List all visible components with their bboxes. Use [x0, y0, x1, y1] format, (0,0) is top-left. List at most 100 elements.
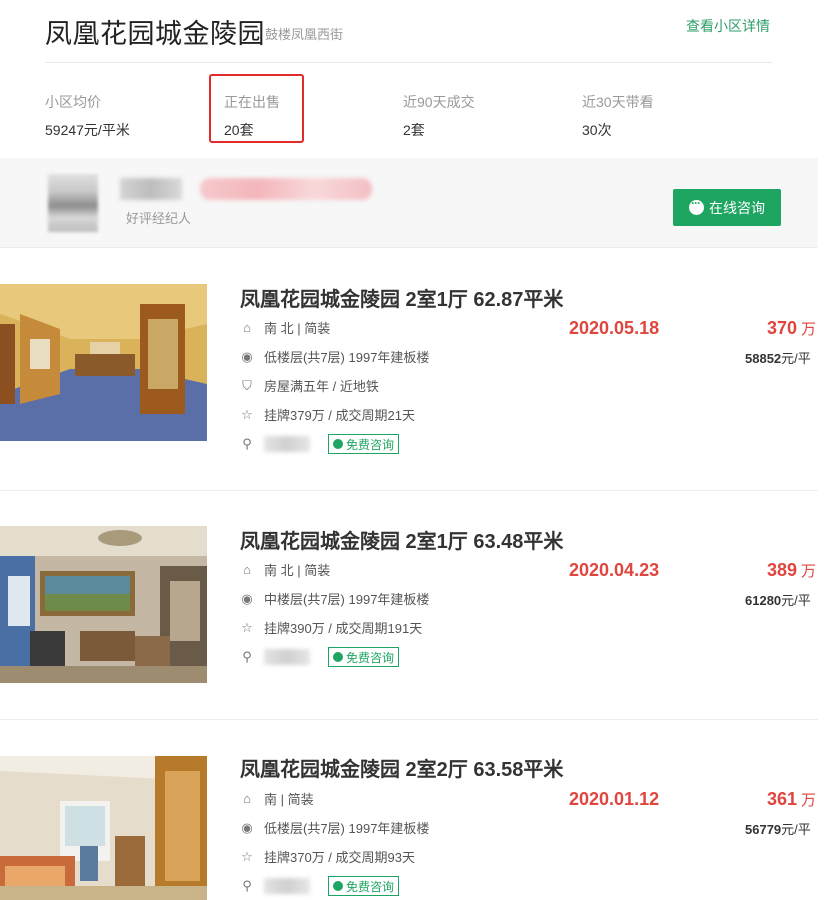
listing-agent: ⚲ 免费咨询 [240, 647, 400, 667]
agent-bar: 好评经纪人 在线咨询 [0, 158, 818, 248]
star-icon: ☆ [241, 619, 253, 635]
listing-item[interactable]: 凤凰花园城金陵园 2室1厅 62.87平米 ⌂ 南 北 | 简装 ◉ 低楼层(共7层… [0, 248, 818, 491]
chat-icon [333, 881, 343, 891]
listing-orientation: ⌂ 南 北 | 简装 [240, 560, 330, 579]
chat-icon [333, 652, 343, 662]
total-price: 370 万 [767, 318, 816, 339]
listing-floor-text: 低楼层(共7层) 1997年建板楼 [264, 350, 430, 365]
divider [45, 62, 772, 63]
stat-value: 30次 [582, 122, 612, 138]
stat-value: 59247元/平米 [45, 122, 130, 138]
location-pin-icon: ◉ [241, 348, 253, 364]
total-price-value: 389 [766, 560, 797, 580]
total-price-unit: 万 [800, 792, 816, 809]
room-photo-1 [0, 284, 207, 441]
page-edge [818, 0, 837, 900]
stat-label: 近90天成交 [403, 94, 475, 110]
stat-label: 近30天带看 [582, 94, 654, 110]
person-icon: ⚲ [242, 649, 252, 664]
deal-date: 2020.01.12 [569, 789, 660, 809]
free-consult-button[interactable]: 免费咨询 [328, 647, 400, 667]
unit-price-value: 58852 [745, 351, 782, 366]
total-price-unit: 万 [800, 321, 816, 338]
listing-floor-text: 中楼层(共7层) 1997年建板楼 [264, 592, 430, 607]
listing-orientation: ⌂ 南 北 | 简装 [240, 318, 330, 337]
person-icon: ⚲ [242, 436, 252, 451]
agent-avatar[interactable] [48, 174, 98, 232]
listing-title[interactable]: 凤凰花园城金陵园 2室2厅 63.58平米 [240, 753, 563, 782]
agent-phone-redacted [200, 178, 372, 200]
listing-info: ☆ 挂牌390万 / 成交周期191天 [240, 618, 422, 637]
free-consult-label: 免费咨询 [346, 437, 395, 452]
listing-photo[interactable] [0, 284, 207, 441]
agent-name-redacted [264, 878, 310, 894]
total-price-unit: 万 [800, 563, 816, 580]
listing-agent: ⚲ 免费咨询 [240, 434, 400, 454]
online-consult-label: 在线咨询 [709, 199, 765, 216]
listing-orientation-text: 南 北 | 简装 [264, 321, 331, 336]
agent-name-redacted [264, 649, 310, 665]
total-price-value: 370 [766, 318, 797, 338]
room-photo-2 [0, 526, 207, 683]
community-title: 凤凰花园城金陵园 [45, 19, 265, 49]
stat-value: 2套 [403, 122, 425, 138]
community-detail-link[interactable]: 查看小区详情 [686, 16, 770, 36]
listing-orientation-text: 南 北 | 简装 [264, 563, 331, 578]
listing-photo[interactable] [0, 756, 207, 900]
star-icon: ☆ [241, 406, 253, 422]
chat-icon [333, 439, 343, 449]
listing-info: ☆ 挂牌370万 / 成交周期93天 [240, 847, 415, 866]
unit-price-suffix: 元/平 [781, 822, 811, 837]
unit-price: 61280元/平 [745, 590, 811, 609]
listing-item[interactable]: 凤凰花园城金陵园 2室2厅 63.58平米 ⌂ 南 | 简装 ◉ 低楼层(共7层) … [0, 720, 818, 900]
unit-price: 56779元/平 [745, 819, 811, 838]
listing-title[interactable]: 凤凰花园城金陵园 2室1厅 63.48平米 [240, 525, 563, 554]
unit-price: 58852元/平 [745, 348, 811, 367]
listing-info-text: 挂牌390万 / 成交周期191天 [264, 621, 423, 636]
agent-name-redacted [120, 178, 182, 200]
listing-orientation: ⌂ 南 | 简装 [240, 789, 314, 808]
stat-deals-90d: 近90天成交 2套 [403, 92, 475, 140]
stat-viewings-30d: 近30天带看 30次 [582, 92, 654, 140]
house-icon: ⌂ [243, 562, 251, 577]
free-consult-button[interactable]: 免费咨询 [328, 876, 400, 896]
listing-info-text: 挂牌370万 / 成交周期93天 [264, 850, 415, 865]
total-price-value: 361 [766, 789, 797, 809]
total-price: 389 万 [767, 560, 816, 581]
unit-price-suffix: 元/平 [781, 593, 811, 608]
free-consult-label: 免费咨询 [346, 650, 395, 665]
listing-tags: ⛉ 房屋满五年 / 近地铁 [240, 376, 379, 395]
listing-orientation-text: 南 | 简装 [264, 792, 314, 807]
deal-date: 2020.05.18 [569, 318, 660, 338]
community-header: 凤凰花园城金陵园 鼓楼凤凰西街 查看小区详情 小区均价 59247元/平米 正在… [0, 0, 837, 158]
agent-name-redacted [264, 436, 310, 452]
listing-floor: ◉ 中楼层(共7层) 1997年建板楼 [240, 589, 429, 608]
chat-icon [689, 196, 704, 215]
listing-photo[interactable] [0, 526, 207, 683]
listing-item[interactable]: 凤凰花园城金陵园 2室1厅 63.48平米 ⌂ 南 北 | 简装 ◉ 中楼层(共7层… [0, 491, 818, 719]
listing-info-text: 挂牌379万 / 成交周期21天 [264, 408, 415, 423]
agent-tag: 好评经纪人 [126, 211, 192, 226]
house-icon: ⌂ [243, 320, 251, 335]
community-street: 鼓楼凤凰西街 [265, 27, 344, 42]
total-price: 361 万 [767, 789, 816, 810]
location-pin-icon: ◉ [241, 819, 253, 835]
listing-info: ☆ 挂牌379万 / 成交周期21天 [240, 405, 415, 424]
room-photo-3 [0, 756, 207, 900]
deal-date: 2020.04.23 [569, 560, 660, 580]
shield-icon: ⛉ [242, 377, 252, 393]
online-consult-button[interactable]: 在线咨询 [673, 189, 781, 226]
location-pin-icon: ◉ [241, 590, 253, 606]
highlight-box [209, 74, 304, 143]
free-consult-label: 免费咨询 [346, 879, 395, 894]
listing-floor: ◉ 低楼层(共7层) 1997年建板楼 [240, 347, 429, 366]
listing-agent: ⚲ 免费咨询 [240, 876, 400, 896]
house-icon: ⌂ [243, 791, 251, 806]
free-consult-button[interactable]: 免费咨询 [328, 434, 400, 454]
listing-floor: ◉ 低楼层(共7层) 1997年建板楼 [240, 818, 429, 837]
unit-price-suffix: 元/平 [781, 351, 811, 366]
person-icon: ⚲ [242, 878, 252, 893]
listing-title[interactable]: 凤凰花园城金陵园 2室1厅 62.87平米 [240, 283, 563, 312]
star-icon: ☆ [241, 848, 253, 864]
unit-price-value: 61280 [745, 593, 782, 608]
